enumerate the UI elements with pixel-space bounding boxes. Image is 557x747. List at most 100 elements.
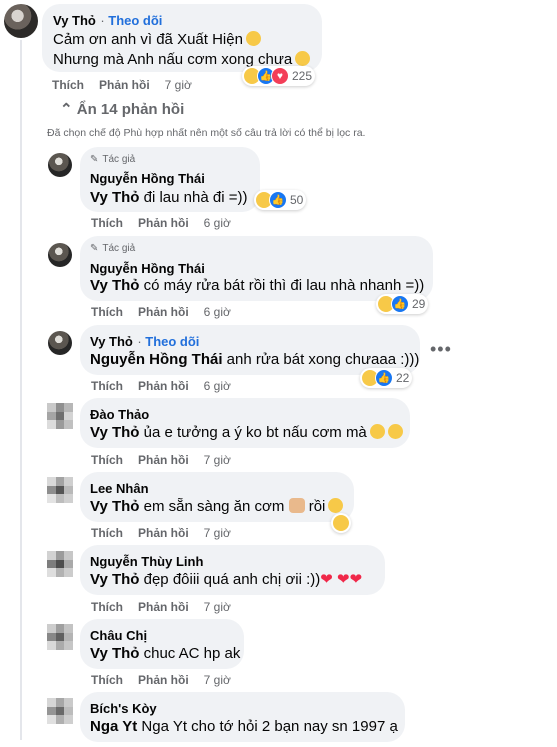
avatar[interactable]	[47, 477, 73, 503]
comment-text: Vy Thỏ đẹp đôiii quá anh chị ơii :))❤ ❤❤	[90, 571, 363, 588]
mention-link[interactable]: Vy Thỏ	[90, 645, 139, 662]
comment-bubble: Nguyễn Thùy Linh Vy Thỏ đẹp đôiii quá an…	[80, 545, 385, 595]
author-badge: ✎ Tác giả	[90, 243, 136, 254]
reply-button[interactable]: Phản hồi	[138, 379, 189, 393]
comment-bubble: Lee Nhân Vy Thỏ em sẵn sàng ăn cơm rồi	[80, 472, 354, 522]
comment-bubble: Vy Thỏ · Theo dõi Cảm ơn anh vì đã Xuất …	[42, 4, 322, 72]
reaction-count: 50	[290, 193, 304, 207]
reply-button[interactable]: Phản hồi	[138, 305, 189, 319]
mention-link[interactable]: Vy Thỏ	[90, 571, 139, 588]
like-button[interactable]: Thích	[91, 600, 123, 614]
timestamp[interactable]: 6 giờ	[204, 305, 231, 319]
like-reaction-icon: 👍	[391, 295, 409, 313]
like-button[interactable]: Thích	[91, 453, 123, 467]
like-reaction-icon: 👍	[375, 369, 393, 387]
follow-button[interactable]: Theo dõi	[145, 334, 199, 349]
reply-button[interactable]: Phản hồi	[138, 526, 189, 540]
avatar[interactable]	[48, 243, 72, 267]
comment-actions: Thích Phản hồi 7 giờ	[91, 453, 231, 467]
like-button[interactable]: Thích	[91, 379, 123, 393]
comment-bubble: Đào Thảo Vy Thỏ ủa e tưởng a ý ko bt nấu…	[80, 398, 410, 448]
avatar[interactable]	[48, 153, 72, 177]
commenter-name[interactable]: Đào Thảo	[90, 407, 149, 422]
like-button[interactable]: Thích	[91, 673, 123, 687]
like-button[interactable]: Thích	[91, 526, 123, 540]
like-button[interactable]: Thích	[52, 78, 84, 92]
comment-actions: Thích Phản hồi 6 giờ	[91, 216, 231, 230]
comment-text: Vy Thỏ em sẵn sàng ăn cơm rồi	[90, 497, 344, 516]
reply-button[interactable]: Phản hồi	[138, 216, 189, 230]
timestamp[interactable]: 6 giờ	[204, 216, 231, 230]
timestamp[interactable]: 7 giờ	[204, 526, 231, 540]
pencil-icon: ✎	[90, 243, 99, 254]
commenter-name[interactable]: Nguyễn Thùy Linh	[90, 554, 203, 569]
reaction-count: 29	[412, 297, 426, 311]
comment-bubble: Châu Chị Vy Thỏ chuc AC hp ak	[80, 619, 244, 669]
comment-actions: Thích Phản hồi 6 giờ	[91, 379, 231, 393]
hide-replies-link[interactable]: ⌃ Ẩn 14 phản hồi	[60, 100, 184, 118]
reaction-summary[interactable]	[331, 513, 351, 533]
reaction-summary[interactable]: 👍 29	[376, 294, 429, 314]
comment-bubble: Bích's Kòy Nga Yt Nga Yt cho tớ hỏi 2 bạ…	[80, 692, 405, 742]
reaction-summary[interactable]: 👍 ♥ 225	[242, 66, 316, 86]
more-options-icon[interactable]: •••	[430, 339, 452, 360]
mention-link[interactable]: Nga Yt	[90, 718, 137, 735]
filter-notice: Đã chọn chế độ Phù hợp nhất nên một số c…	[47, 127, 366, 139]
heart-emoji-icon: ❤	[349, 571, 363, 588]
avatar[interactable]	[47, 698, 73, 724]
reaction-count: 225	[292, 69, 313, 83]
comment-text: Vy Thỏ đi lau nhà đi =))	[90, 189, 248, 206]
reply-button[interactable]: Phản hồi	[138, 600, 189, 614]
heart-emoji-icon: ❤	[336, 571, 350, 588]
arrow-up-icon: ⌃	[60, 101, 73, 118]
dog-emoji-icon	[288, 498, 305, 513]
timestamp[interactable]: 7 giờ	[204, 453, 231, 467]
timestamp[interactable]: 7 giờ	[204, 600, 231, 614]
timestamp[interactable]: 7 giờ	[204, 673, 231, 687]
like-button[interactable]: Thích	[91, 305, 123, 319]
comment-text: Vy Thỏ ủa e tưởng a ý ko bt nấu cơm mà	[90, 423, 403, 442]
avatar[interactable]	[48, 331, 72, 355]
avatar[interactable]	[47, 403, 73, 429]
pencil-icon: ✎	[90, 154, 99, 165]
commenter-name[interactable]: Vy Thỏ	[53, 13, 96, 28]
grin-emoji-icon	[328, 498, 344, 513]
timestamp[interactable]: 6 giờ	[204, 379, 231, 393]
comment-bubble: ✎ Tác giả Nguyễn Hồng Thái Vy Thỏ có máy …	[80, 236, 433, 301]
comment-text: Cảm ơn anh vì đã Xuất Hiện	[53, 30, 261, 49]
thread-line	[20, 40, 22, 740]
reply-button[interactable]: Phản hồi	[138, 673, 189, 687]
reply-button[interactable]: Phản hồi	[99, 78, 150, 92]
mention-link[interactable]: Vy Thỏ	[90, 424, 139, 441]
mention-link[interactable]: Vy Thỏ	[90, 498, 139, 515]
mention-link[interactable]: Vy Thỏ	[90, 277, 139, 294]
mention-link[interactable]: Nguyễn Hồng Thái	[90, 351, 223, 368]
reaction-summary[interactable]: 👍 22	[360, 368, 413, 388]
love-reaction-icon: ♥	[271, 67, 289, 85]
heart-emoji-icon: ❤	[320, 571, 333, 588]
commenter-name[interactable]: Châu Chị	[90, 628, 147, 643]
avatar[interactable]	[47, 624, 73, 650]
avatar[interactable]	[4, 4, 38, 38]
like-button[interactable]: Thích	[91, 216, 123, 230]
commenter-name[interactable]: Nguyễn Hồng Thái	[90, 171, 205, 186]
comment-bubble: ✎ Tác giả Nguyễn Hồng Thái Vy Thỏ đi lau …	[80, 147, 260, 212]
avatar[interactable]	[47, 551, 73, 577]
comment-text: Nguyễn Hồng Thái anh rửa bát xong chưaaa…	[90, 351, 420, 368]
commenter-name[interactable]: Nguyễn Hồng Thái	[90, 261, 205, 276]
mention-link[interactable]: Vy Thỏ	[90, 189, 139, 206]
reaction-summary[interactable]: 👍 50	[254, 190, 307, 210]
flushed-emoji-icon	[245, 31, 261, 46]
reaction-count: 22	[396, 371, 410, 385]
reply-button[interactable]: Phản hồi	[138, 453, 189, 467]
commenter-name[interactable]: Vy Thỏ	[90, 334, 133, 349]
like-reaction-icon: 👍	[269, 191, 287, 209]
comment-text: Nga Yt Nga Yt cho tớ hỏi 2 bạn nay sn 19…	[90, 718, 398, 735]
commenter-name[interactable]: Lee Nhân	[90, 481, 149, 496]
commenter-name[interactable]: Bích's Kòy	[90, 701, 157, 716]
follow-button[interactable]: Theo dõi	[108, 13, 162, 28]
rofl-emoji-icon	[369, 424, 385, 439]
author-badge: ✎ Tác giả	[90, 154, 136, 165]
comment-actions: Thích Phản hồi 7 giờ	[91, 526, 231, 540]
timestamp[interactable]: 7 giờ	[165, 78, 192, 92]
